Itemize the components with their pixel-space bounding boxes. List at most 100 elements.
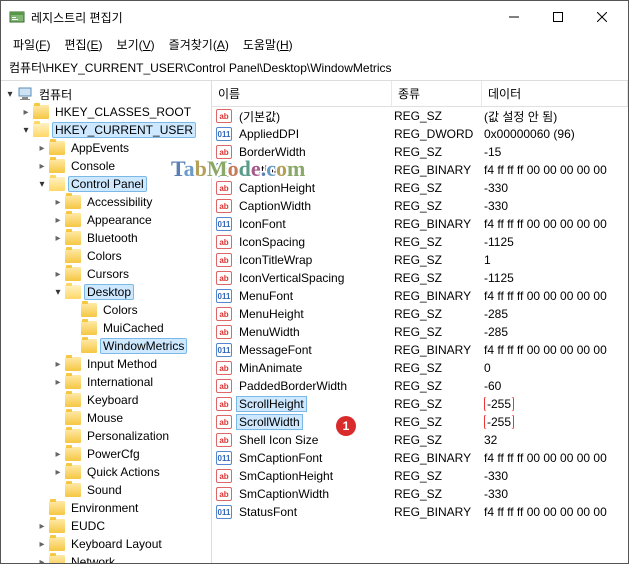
list-row[interactable]: abScrollWidthREG_SZ-255 bbox=[212, 413, 628, 431]
column-name[interactable]: 이름 bbox=[212, 81, 392, 106]
chevron-right-icon[interactable]: ▸ bbox=[35, 161, 49, 172]
chevron-right-icon[interactable]: ▸ bbox=[51, 269, 65, 280]
menu-edit[interactable]: 편집(E) bbox=[58, 34, 108, 55]
chevron-right-icon[interactable]: ▸ bbox=[51, 197, 65, 208]
tree-appearance[interactable]: Appearance bbox=[84, 212, 155, 228]
list-row[interactable]: abCaptionHeightREG_SZ-330 bbox=[212, 179, 628, 197]
list-row[interactable]: 011MessageFontREG_BINARYf4 ff ff ff 00 0… bbox=[212, 341, 628, 359]
titlebar[interactable]: 레지스트리 편집기 bbox=[1, 1, 628, 33]
value-type-icon: ab bbox=[216, 271, 232, 285]
tree-keyboardlayout[interactable]: Keyboard Layout bbox=[68, 536, 165, 552]
tree-inputmethod[interactable]: Input Method bbox=[84, 356, 160, 372]
tree-desktop[interactable]: Desktop bbox=[84, 284, 134, 300]
menu-help[interactable]: 도움말(H) bbox=[237, 34, 299, 55]
maximize-button[interactable] bbox=[536, 3, 580, 31]
list-row[interactable]: abScrollHeightREG_SZ-255 bbox=[212, 395, 628, 413]
address-bar[interactable]: 컴퓨터\HKEY_CURRENT_USER\Control Panel\Desk… bbox=[1, 55, 628, 81]
column-type[interactable]: 종류 bbox=[392, 81, 482, 106]
value-data: -330 bbox=[482, 199, 628, 213]
list-row[interactable]: abSmCaptionWidthREG_SZ-330 bbox=[212, 485, 628, 503]
tree-environment[interactable]: Environment bbox=[68, 500, 141, 516]
value-data: 0 bbox=[482, 361, 628, 375]
chevron-right-icon[interactable]: ▸ bbox=[51, 215, 65, 226]
list-row[interactable]: ab(기본값)REG_SZ(값 설정 안 됨) bbox=[212, 107, 628, 125]
tree-quickactions[interactable]: Quick Actions bbox=[84, 464, 163, 480]
chevron-right-icon[interactable]: ▸ bbox=[51, 467, 65, 478]
tree-network[interactable]: Network bbox=[68, 554, 118, 563]
tree-view[interactable]: ▾ 컴퓨터 ▸ HKEY_CLASSES_ROOT ▾ HKEY_CURRENT… bbox=[1, 81, 211, 563]
chevron-right-icon[interactable]: ▸ bbox=[51, 377, 65, 388]
tree-cursors[interactable]: Cursors bbox=[84, 266, 132, 282]
tree-muicached[interactable]: MuiCached bbox=[100, 320, 167, 336]
chevron-right-icon[interactable]: ▸ bbox=[35, 521, 49, 532]
list-row[interactable]: abIconTitleWrapREG_SZ1 bbox=[212, 251, 628, 269]
list-row[interactable]: abBorderWidthREG_SZ-15 bbox=[212, 143, 628, 161]
tree-mouse[interactable]: Mouse bbox=[84, 410, 126, 426]
tree-eudc[interactable]: EUDC bbox=[68, 518, 108, 534]
value-name: SmCaptionFont bbox=[236, 451, 325, 465]
chevron-right-icon[interactable]: ▸ bbox=[35, 539, 49, 550]
menu-view[interactable]: 보기(V) bbox=[111, 34, 161, 55]
list-row[interactable]: 011SmCaptionFontREG_BINARYf4 ff ff ff 00… bbox=[212, 449, 628, 467]
list-row[interactable]: abCaptionWidthREG_SZ-330 bbox=[212, 197, 628, 215]
list-row[interactable]: 011IconFontREG_BINARYf4 ff ff ff 00 00 0… bbox=[212, 215, 628, 233]
value-name: SmCaptionWidth bbox=[236, 487, 332, 501]
close-button[interactable] bbox=[580, 3, 624, 31]
tree-computer[interactable]: 컴퓨터 bbox=[36, 85, 75, 104]
chevron-down-icon[interactable]: ▾ bbox=[3, 89, 17, 100]
tree-windowmetrics[interactable]: WindowMetrics bbox=[100, 338, 187, 354]
chevron-down-icon[interactable]: ▾ bbox=[51, 287, 65, 298]
menu-file[interactable]: 파일(F) bbox=[7, 34, 56, 55]
tree-hkcu[interactable]: HKEY_CURRENT_USER bbox=[52, 122, 196, 138]
values-list[interactable]: 이름 종류 데이터 ab(기본값)REG_SZ(값 설정 안 됨)011Appl… bbox=[211, 81, 628, 563]
tree-console[interactable]: Console bbox=[68, 158, 118, 174]
tree-sound[interactable]: Sound bbox=[84, 482, 125, 498]
chevron-right-icon[interactable]: ▸ bbox=[51, 449, 65, 460]
list-row[interactable]: 011MenuFontREG_BINARYf4 ff ff ff 00 00 0… bbox=[212, 287, 628, 305]
tree-international[interactable]: International bbox=[84, 374, 156, 390]
tree-appevents[interactable]: AppEvents bbox=[68, 140, 132, 156]
folder-icon bbox=[65, 483, 81, 497]
tree-keyboard[interactable]: Keyboard bbox=[84, 392, 141, 408]
column-data[interactable]: 데이터 bbox=[482, 81, 628, 106]
chevron-down-icon[interactable]: ▾ bbox=[35, 179, 49, 190]
folder-icon bbox=[65, 375, 81, 389]
list-row[interactable]: abIconVerticalSpacingREG_SZ-1125 bbox=[212, 269, 628, 287]
tree-bluetooth[interactable]: Bluetooth bbox=[84, 230, 141, 246]
value-type-icon: ab bbox=[216, 199, 232, 213]
chevron-down-icon[interactable]: ▾ bbox=[19, 125, 33, 136]
list-row[interactable]: 011CaptionFontREG_BINARYf4 ff ff ff 00 0… bbox=[212, 161, 628, 179]
list-row[interactable]: abShell Icon SizeREG_SZ32 bbox=[212, 431, 628, 449]
tree-desktop-colors[interactable]: Colors bbox=[100, 302, 141, 318]
tree-colors[interactable]: Colors bbox=[84, 248, 125, 264]
value-type-icon: 011 bbox=[216, 451, 232, 465]
list-row[interactable]: 011StatusFontREG_BINARYf4 ff ff ff 00 00… bbox=[212, 503, 628, 521]
chevron-right-icon[interactable]: ▸ bbox=[51, 359, 65, 370]
tree-powercfg[interactable]: PowerCfg bbox=[84, 446, 143, 462]
list-row[interactable]: abMinAnimateREG_SZ0 bbox=[212, 359, 628, 377]
chevron-right-icon[interactable]: ▸ bbox=[19, 107, 33, 118]
list-row[interactable]: abMenuHeightREG_SZ-285 bbox=[212, 305, 628, 323]
menu-favorites[interactable]: 즐겨찾기(A) bbox=[163, 34, 235, 55]
value-type: REG_SZ bbox=[392, 325, 482, 339]
value-type-icon: ab bbox=[216, 181, 232, 195]
chevron-right-icon[interactable]: ▸ bbox=[51, 233, 65, 244]
tree-hkcr[interactable]: HKEY_CLASSES_ROOT bbox=[52, 104, 194, 120]
value-type: REG_BINARY bbox=[392, 343, 482, 357]
value-type: REG_SZ bbox=[392, 397, 482, 411]
chevron-right-icon[interactable]: ▸ bbox=[35, 143, 49, 154]
tree-personalization[interactable]: Personalization bbox=[84, 428, 172, 444]
value-data: -60 bbox=[482, 379, 628, 393]
chevron-right-icon[interactable]: ▸ bbox=[35, 557, 49, 564]
list-row[interactable]: abSmCaptionHeightREG_SZ-330 bbox=[212, 467, 628, 485]
minimize-button[interactable] bbox=[492, 3, 536, 31]
list-header[interactable]: 이름 종류 데이터 bbox=[212, 81, 628, 107]
tree-controlpanel[interactable]: Control Panel bbox=[68, 176, 147, 192]
list-row[interactable]: abPaddedBorderWidthREG_SZ-60 bbox=[212, 377, 628, 395]
list-row[interactable]: abIconSpacingREG_SZ-1125 bbox=[212, 233, 628, 251]
folder-icon bbox=[65, 429, 81, 443]
tree-accessibility[interactable]: Accessibility bbox=[84, 194, 155, 210]
folder-open-icon bbox=[33, 123, 49, 137]
list-row[interactable]: 011AppliedDPIREG_DWORD0x00000060 (96) bbox=[212, 125, 628, 143]
list-row[interactable]: abMenuWidthREG_SZ-285 bbox=[212, 323, 628, 341]
